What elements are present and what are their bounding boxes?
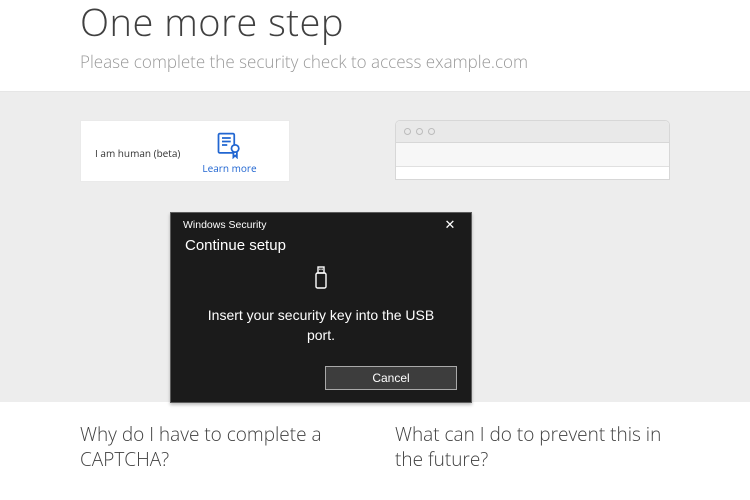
browser-titlebar (396, 121, 669, 143)
dialog-body: Insert your security key into the USB po… (171, 264, 471, 360)
dialog-footer: Cancel (171, 360, 471, 402)
question-captcha: Why do I have to complete a CAPTCHA? (80, 422, 355, 471)
window-dot-icon (416, 128, 423, 135)
dialog-message: Insert your security key into the USB po… (201, 305, 441, 346)
close-icon[interactable]: ✕ (437, 217, 463, 233)
captcha-icon-group: Learn more (202, 131, 256, 175)
dialog-titlebar: Windows Security ✕ (171, 213, 471, 235)
certificate-icon (215, 131, 243, 159)
question-prevent: What can I do to prevent this in the fut… (395, 422, 670, 471)
security-dialog: Windows Security ✕ Continue setup Insert… (170, 212, 472, 403)
dialog-heading: Continue setup (171, 235, 471, 264)
window-dot-icon (404, 128, 411, 135)
browser-toolbar (396, 143, 669, 167)
page-header: One more step Please complete the securi… (0, 0, 750, 92)
help-questions: Why do I have to complete a CAPTCHA? Wha… (0, 402, 750, 471)
dialog-window-title: Windows Security (183, 219, 266, 231)
captcha-label: I am human (beta) (95, 146, 180, 160)
usb-key-icon (313, 266, 329, 295)
cancel-button[interactable]: Cancel (325, 366, 457, 390)
page-subtitle: Please complete the security check to ac… (80, 50, 750, 73)
window-dot-icon (428, 128, 435, 135)
captcha-card[interactable]: I am human (beta) Learn more (80, 120, 290, 182)
browser-frame (395, 120, 670, 180)
page-title: One more step (80, 0, 750, 48)
captcha-learn-more-link[interactable]: Learn more (202, 161, 256, 175)
